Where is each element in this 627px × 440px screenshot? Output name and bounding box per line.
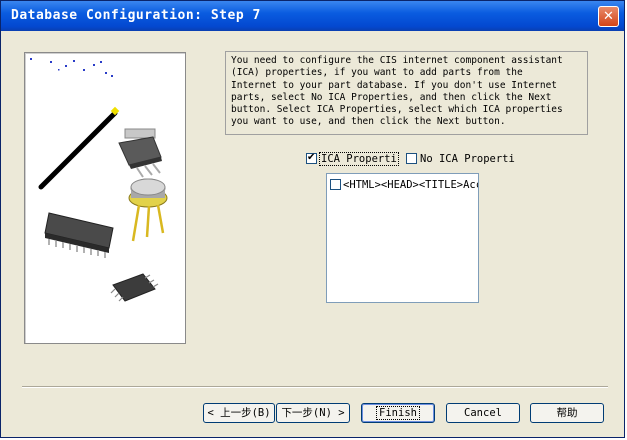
finish-button[interactable]: Finish xyxy=(361,403,435,423)
ica-properties-list[interactable]: <HTML><HEAD><TITLE>Acce xyxy=(326,173,479,303)
window-title: Database Configuration: Step 7 xyxy=(11,8,261,23)
no-ica-properties-checkbox[interactable]: No ICA Properti xyxy=(406,152,515,166)
components-illustration-icon xyxy=(30,58,168,302)
instruction-line: (ICA) properties, if you want to add par… xyxy=(231,67,523,79)
title-bar[interactable]: Database Configuration: Step 7 ✕ xyxy=(1,1,624,31)
list-item-checkbox[interactable] xyxy=(330,179,341,190)
close-button[interactable]: ✕ xyxy=(598,6,619,27)
back-button[interactable]: < 上一步(B) xyxy=(203,403,275,423)
checkbox-box[interactable]: ✔ xyxy=(306,152,317,164)
instruction-line: you want to use, and then click the Next… xyxy=(231,116,506,128)
instruction-line: parts, select No ICA Properties, and the… xyxy=(231,91,552,103)
help-button[interactable]: 帮助 xyxy=(530,403,604,423)
wizard-illustration xyxy=(24,52,186,344)
cancel-button-label: Cancel xyxy=(464,407,502,419)
back-button-label: < 上一步(B) xyxy=(207,407,271,419)
help-button-label: 帮助 xyxy=(556,407,578,419)
list-item[interactable]: <HTML><HEAD><TITLE>Acce xyxy=(330,179,479,191)
checkmark-icon: ✔ xyxy=(307,152,316,163)
instruction-line: button. Select ICA Properties, select wh… xyxy=(231,104,563,116)
list-item-label: <HTML><HEAD><TITLE>Acce xyxy=(343,179,479,191)
ica-properties-checkbox[interactable]: ✔ ICA Properti xyxy=(306,152,399,166)
instructions-text: You need to configure the CIS internet c… xyxy=(225,51,588,135)
cancel-button[interactable]: Cancel xyxy=(446,403,520,423)
checkbox-box[interactable] xyxy=(406,153,417,164)
dialog-window: Database Configuration: Step 7 ✕ You nee… xyxy=(0,0,625,438)
divider xyxy=(22,386,608,388)
next-button[interactable]: 下一步(N) > xyxy=(276,403,350,423)
close-icon: ✕ xyxy=(603,9,614,24)
finish-button-label: Finish xyxy=(376,406,420,420)
ica-properties-label: ICA Properti xyxy=(319,152,399,166)
instruction-line: Internet to your part database. If you d… xyxy=(231,79,558,91)
no-ica-properties-label: No ICA Properti xyxy=(420,153,515,165)
next-button-label: 下一步(N) > xyxy=(281,407,345,419)
dialog-body: You need to configure the CIS internet c… xyxy=(4,31,621,434)
instruction-line: You need to configure the CIS internet c… xyxy=(231,55,563,66)
